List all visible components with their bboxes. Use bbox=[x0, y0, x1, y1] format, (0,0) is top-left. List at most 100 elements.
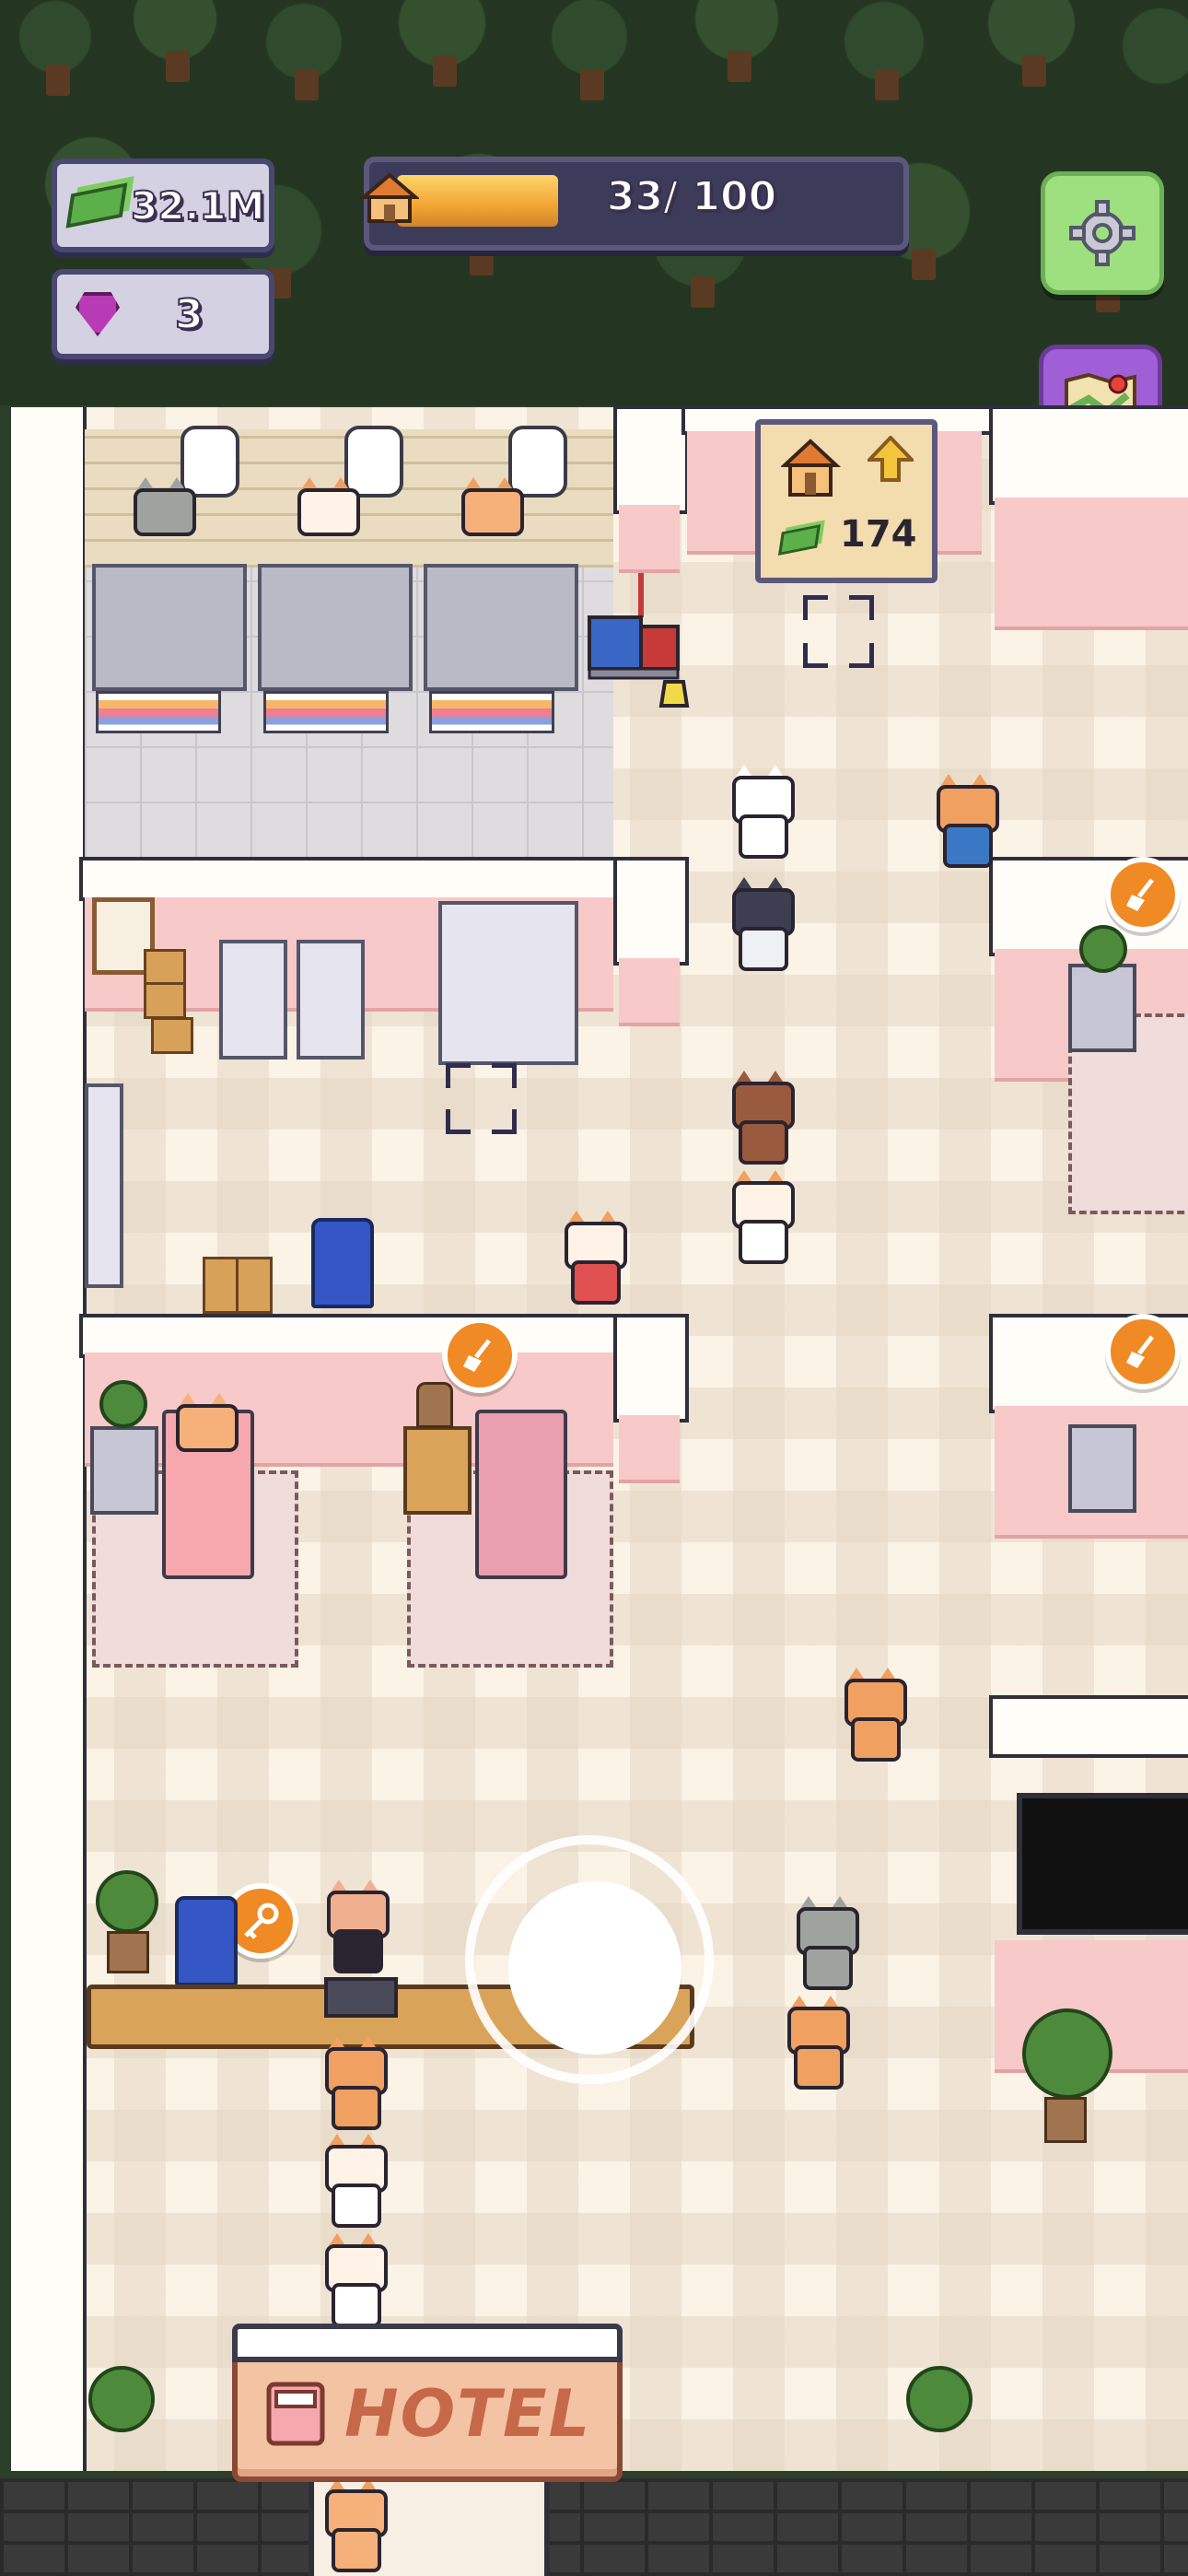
cat-queue-white bbox=[728, 765, 795, 859]
wall-storage-bottom bbox=[79, 1314, 689, 1358]
cat-line-1 bbox=[320, 2036, 388, 2130]
plant-nightstand-1 bbox=[99, 1380, 147, 1428]
towel-stack-3 bbox=[429, 691, 554, 733]
cat-arriving bbox=[320, 2478, 388, 2572]
cash-icon bbox=[65, 182, 128, 228]
cash-value: 32.1M bbox=[130, 182, 265, 229]
cash-counter: 32.1M bbox=[52, 158, 274, 252]
bed-2 bbox=[475, 1410, 567, 1579]
level-progress-bar: 33/ 100 bbox=[360, 157, 909, 251]
right-room-b-plant bbox=[1079, 925, 1127, 973]
cat-queue-calico bbox=[728, 1170, 795, 1264]
clean-badge-right-c[interactable] bbox=[1105, 1314, 1181, 1389]
joystick-knob[interactable] bbox=[508, 1881, 681, 2055]
pink-wall-laundry-right bbox=[619, 505, 680, 573]
towel-stack-1 bbox=[96, 691, 221, 733]
settings-button[interactable] bbox=[1041, 171, 1164, 295]
elevator-door bbox=[1017, 1793, 1188, 1935]
lobby-plant-center bbox=[906, 2366, 973, 2432]
cat-orange-lobby bbox=[783, 1996, 850, 2090]
towel-stack-2 bbox=[263, 691, 389, 733]
cat-walking-orange bbox=[932, 774, 999, 868]
level-progress-label: 33/ 100 bbox=[606, 172, 777, 221]
right-room-b-nightstand bbox=[1068, 964, 1136, 1052]
cat-laundry-worker-2 bbox=[293, 477, 360, 566]
wall-bedroom-right bbox=[613, 1314, 689, 1423]
gem-icon bbox=[76, 292, 120, 336]
wall-right-room-d bbox=[989, 1695, 1188, 1758]
cat-gray-back bbox=[792, 1896, 859, 1990]
gem-counter: 3 bbox=[52, 269, 274, 359]
hotel-sign: HOTEL bbox=[232, 2324, 623, 2482]
nightstand-2 bbox=[403, 1426, 472, 1515]
cat-queue-black bbox=[728, 877, 795, 971]
upgrade-bracket-br bbox=[849, 643, 874, 668]
wall-laundry-bottom bbox=[79, 857, 689, 901]
placement-bracket-tr bbox=[492, 1063, 517, 1088]
pink-wall-bedroom-right bbox=[619, 1415, 680, 1483]
upgrade-bracket-tl bbox=[803, 595, 828, 620]
storage-shelf-2 bbox=[297, 940, 365, 1060]
storage-box-1 bbox=[144, 949, 186, 986]
lobby-plant-left bbox=[88, 2366, 155, 2432]
clean-badge-bedroom[interactable] bbox=[442, 1317, 518, 1393]
wall-storage-right bbox=[613, 857, 689, 966]
upgrade-bracket-tr bbox=[849, 595, 874, 620]
cleaning-cart-icon bbox=[588, 553, 690, 708]
cat-staff-red-apron bbox=[560, 1211, 627, 1305]
pink-wall-right-room-a bbox=[995, 498, 1188, 630]
reception-plant-pot bbox=[107, 1931, 149, 1973]
wall-laundry-right bbox=[613, 405, 689, 514]
house-upgrade-icon bbox=[781, 439, 842, 497]
storage-box-2 bbox=[144, 982, 186, 1019]
laundry-stall-2 bbox=[258, 564, 413, 691]
cat-receptionist bbox=[322, 1879, 390, 1973]
broom-icon bbox=[463, 1339, 491, 1372]
clean-badge-right-b[interactable] bbox=[1105, 857, 1181, 932]
nightstand-1 bbox=[90, 1426, 158, 1515]
upgrade-bracket-bl bbox=[803, 643, 828, 668]
blue-chair-storage bbox=[311, 1218, 374, 1308]
reception-chair bbox=[175, 1896, 238, 1986]
lamp-nightstand-2 bbox=[416, 1382, 453, 1428]
placement-bracket-bl bbox=[446, 1109, 471, 1134]
laundry-stall-1 bbox=[92, 564, 247, 691]
storage-box-5 bbox=[236, 1257, 273, 1314]
hotel-sign-text: HOTEL bbox=[344, 2376, 592, 2452]
cat-guest-sleeping bbox=[171, 1393, 239, 1481]
storage-box-4 bbox=[203, 1257, 239, 1314]
level-progress-fill bbox=[397, 175, 558, 227]
arrow-up-icon bbox=[868, 436, 914, 482]
gem-value: 3 bbox=[174, 290, 204, 339]
cat-line-3 bbox=[320, 2233, 388, 2327]
storage-box-3 bbox=[151, 1017, 193, 1054]
storage-shelf-1 bbox=[219, 940, 287, 1060]
storage-shelf-3 bbox=[438, 901, 578, 1065]
gear-icon bbox=[1069, 200, 1136, 266]
right-room-c-nightstand bbox=[1068, 1424, 1136, 1513]
cat-line-2 bbox=[320, 2134, 388, 2228]
lobby-plant-right bbox=[1022, 2008, 1112, 2099]
hotel-sign-top bbox=[232, 2324, 623, 2362]
broom-icon bbox=[1126, 878, 1154, 911]
reception-computer bbox=[324, 1977, 398, 2018]
cash-icon-small bbox=[777, 524, 821, 556]
placement-bracket-tl bbox=[446, 1063, 471, 1088]
lobby-plant-right-pot bbox=[1044, 2097, 1087, 2143]
key-icon bbox=[244, 1903, 279, 1939]
upgrade-cost: 174 bbox=[840, 513, 917, 556]
upgrade-card[interactable]: 174 bbox=[755, 419, 938, 583]
cat-wandering-orange bbox=[840, 1668, 907, 1762]
reception-plant bbox=[96, 1870, 158, 1933]
cat-laundry-worker-1 bbox=[129, 477, 196, 566]
house-icon bbox=[360, 172, 419, 223]
cat-laundry-worker-3 bbox=[457, 477, 524, 566]
broom-icon bbox=[1126, 1335, 1154, 1368]
pink-wall-storage-right bbox=[619, 958, 680, 1026]
outer-wall-left bbox=[11, 407, 87, 2471]
bottom-brick-wall bbox=[0, 2478, 1188, 2576]
placement-bracket-br bbox=[492, 1109, 517, 1134]
cat-queue-brown bbox=[728, 1071, 795, 1165]
storage-side-bench bbox=[85, 1083, 123, 1288]
laundry-stall-3 bbox=[424, 564, 578, 691]
